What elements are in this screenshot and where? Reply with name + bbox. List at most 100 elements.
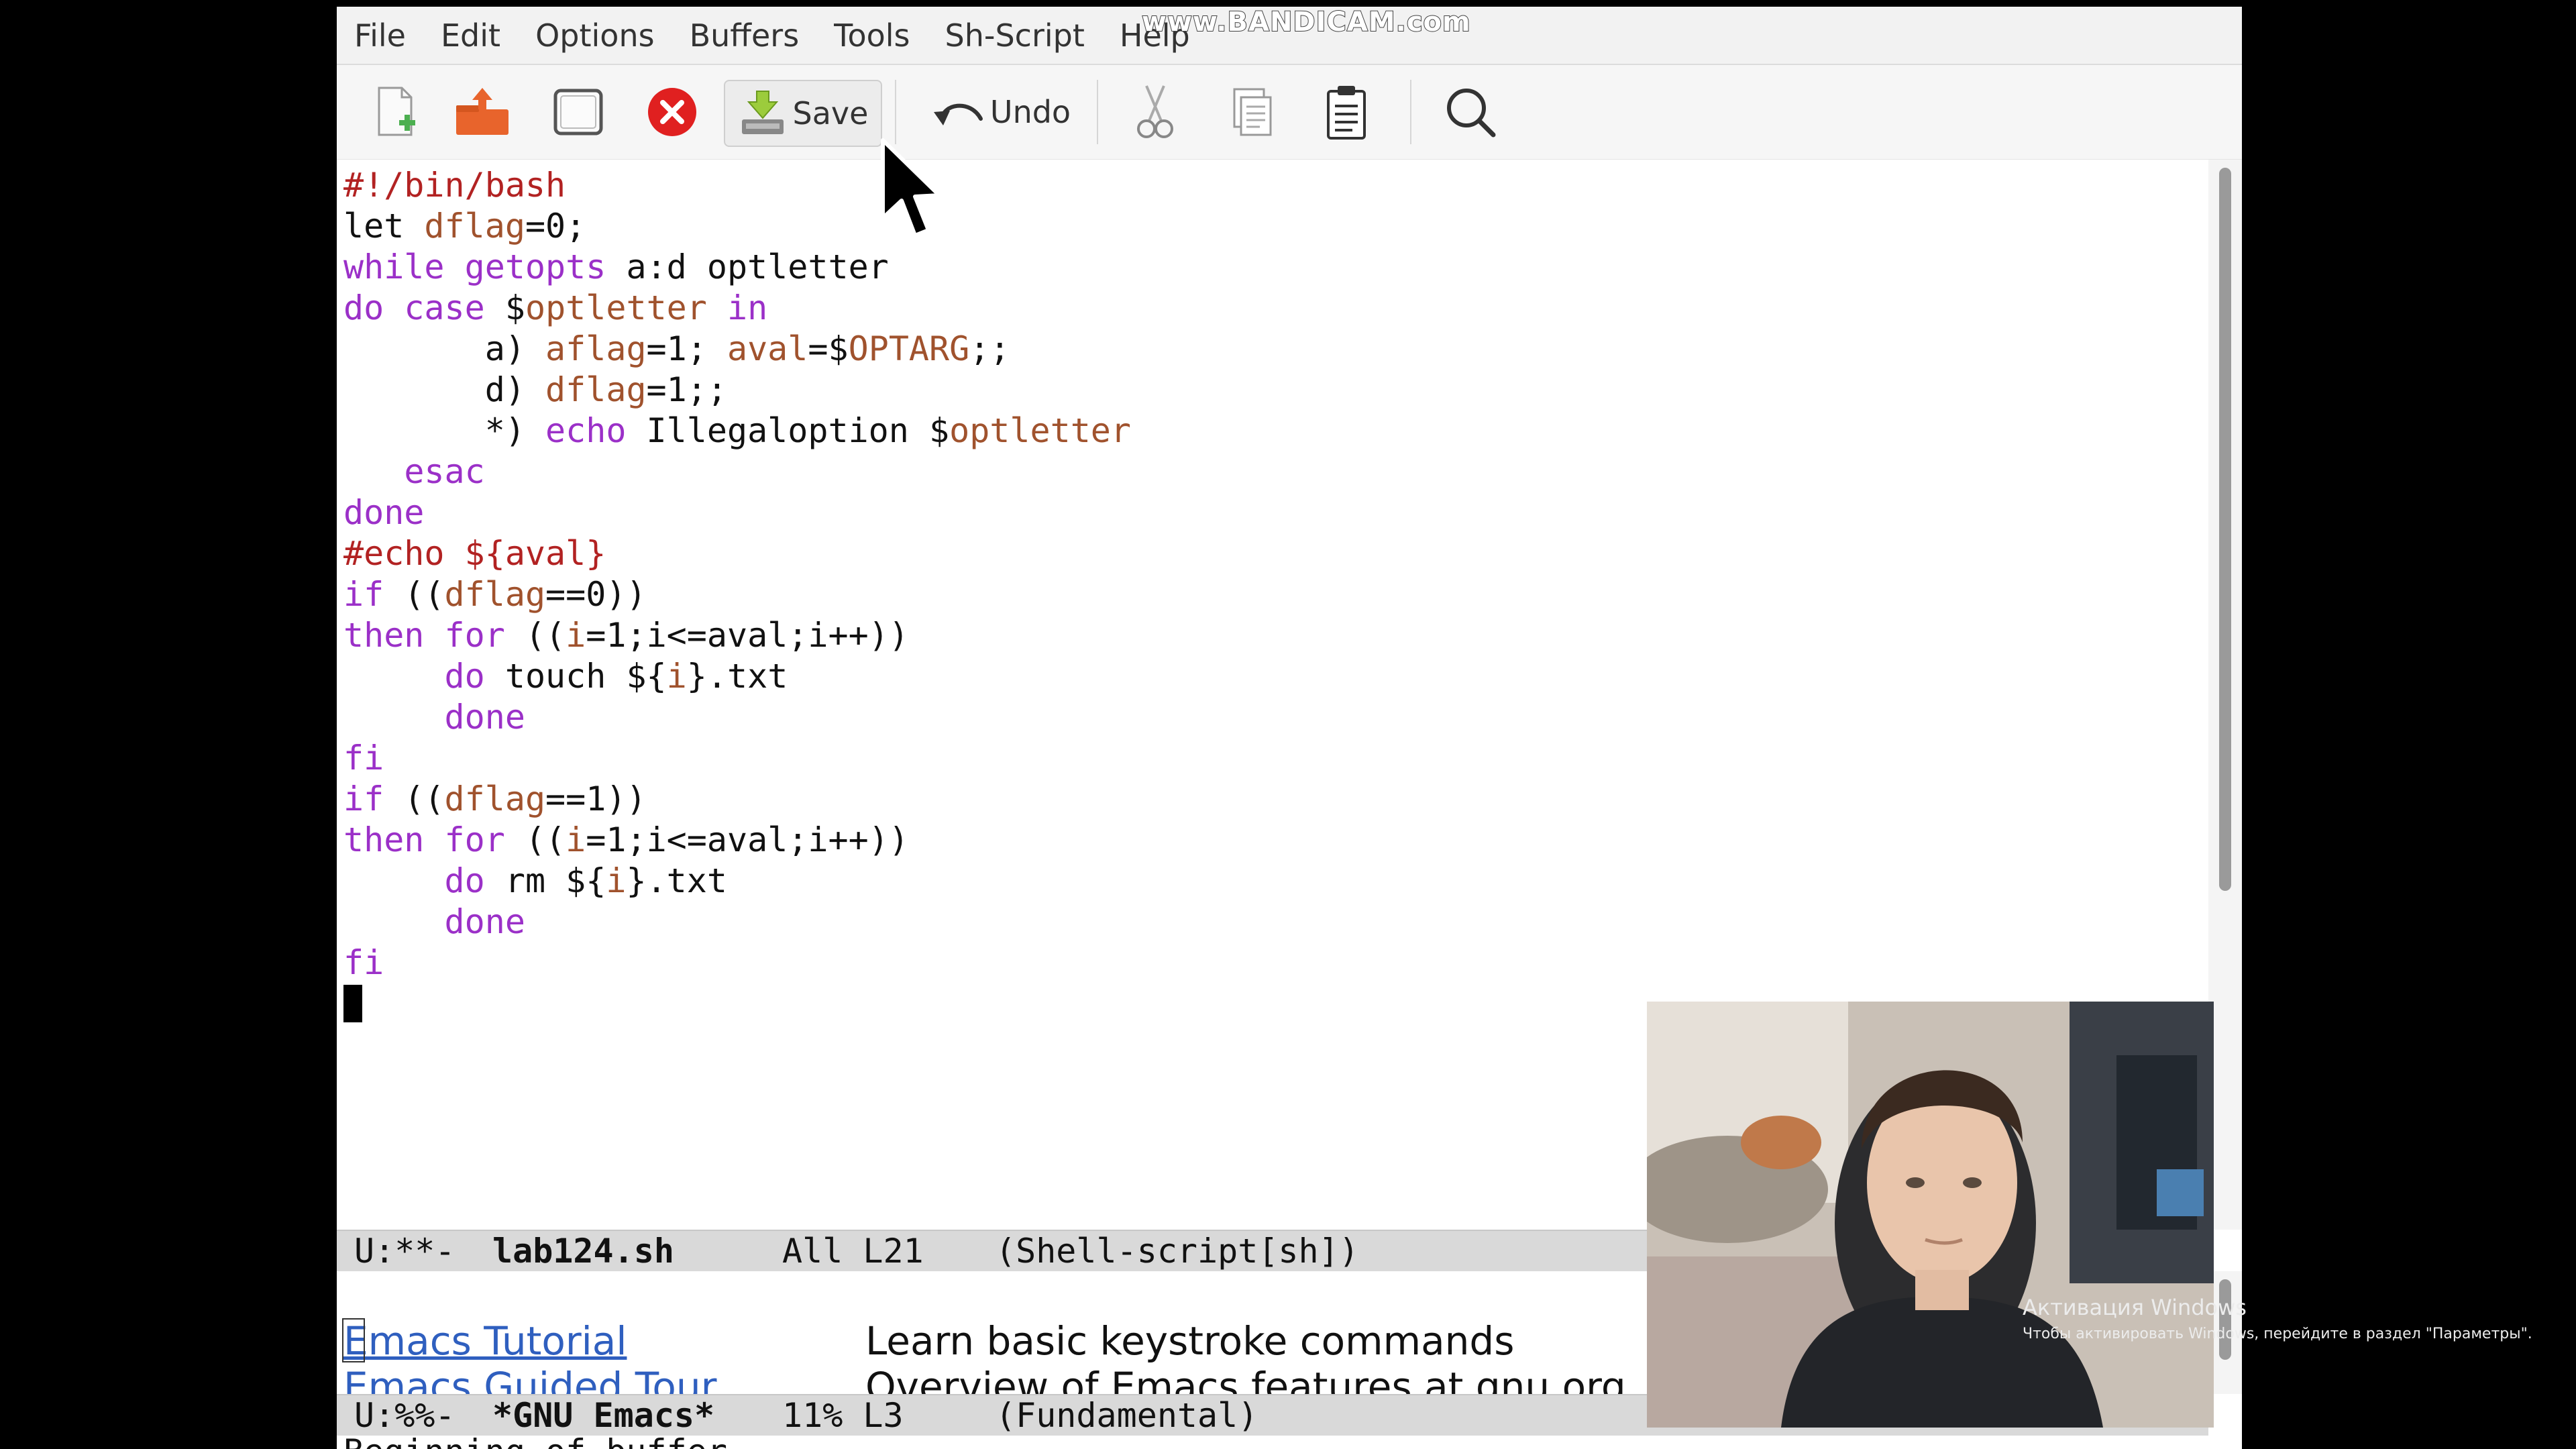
close-icon <box>648 88 696 136</box>
menu-tools[interactable]: Tools <box>816 17 927 54</box>
code-token: rm ${ <box>484 861 606 900</box>
code-token: =0; <box>525 207 586 246</box>
scrollbar-thumb[interactable] <box>2219 168 2231 891</box>
open-folder-icon <box>456 88 508 135</box>
code-line: if ((dflag==1)) <box>343 779 647 820</box>
code-token: case <box>404 288 485 327</box>
code-token: =1;i<=aval;i++)) <box>586 616 909 655</box>
link-emacs-tutorial[interactable]: Emacs Tutorial <box>343 1318 627 1364</box>
undo-button[interactable]: Undo <box>927 80 1075 144</box>
dired-icon <box>553 89 603 136</box>
code-line: fi <box>343 943 384 983</box>
code-token: *) <box>343 411 546 450</box>
code-line: then for ((i=1;i<=aval;i++)) <box>343 615 909 656</box>
buffer-position: 11% L3 <box>782 1396 904 1435</box>
paste-button[interactable] <box>1320 80 1373 144</box>
kill-buffer-button[interactable] <box>642 80 702 144</box>
menu-sh-script[interactable]: Sh-Script <box>928 17 1102 54</box>
toolbar-separator <box>1410 80 1411 144</box>
code-token: $ <box>484 288 525 327</box>
menu-options[interactable]: Options <box>518 17 672 54</box>
code-token: done <box>444 902 525 941</box>
scissors-icon <box>1137 85 1173 138</box>
undo-icon <box>933 103 983 125</box>
code-token: (( <box>384 575 445 614</box>
code-token: (( <box>504 820 566 859</box>
code-token: OPTARG <box>848 329 970 368</box>
code-token: touch ${ <box>484 657 667 696</box>
code-line: fi <box>343 738 384 779</box>
code-token: for <box>444 820 505 859</box>
desc-emacs-tutorial: Learn basic keystroke commands <box>865 1318 1515 1364</box>
code-token: echo <box>545 411 627 450</box>
code-token: ==1)) <box>545 780 647 818</box>
code-token: fi <box>343 739 384 777</box>
code-token: do <box>343 288 384 327</box>
cut-button[interactable] <box>1128 80 1182 144</box>
code-token: #!/bin/bash <box>343 166 566 205</box>
major-mode: (Fundamental) <box>996 1396 1258 1435</box>
code-token: if <box>343 575 384 614</box>
code-token: (( <box>504 616 566 655</box>
code-line: let dflag=0; <box>343 206 586 247</box>
activation-title: Активация Windows <box>2023 1295 2247 1320</box>
code-token: do <box>444 861 485 900</box>
code-line: do touch ${i}.txt <box>343 656 788 697</box>
webcam-person-image <box>1647 1002 2214 1428</box>
save-icon <box>741 91 784 134</box>
code-token: dflag <box>424 207 525 246</box>
copy-icon <box>1233 88 1272 136</box>
save-label: Save <box>792 95 869 131</box>
dired-button[interactable] <box>548 80 608 144</box>
code-line: done <box>343 902 525 943</box>
code-token: i <box>566 616 586 655</box>
code-token: then <box>343 820 425 859</box>
code-line: #echo ${aval} <box>343 533 606 574</box>
undo-label: Undo <box>989 94 1071 130</box>
code-token: i <box>666 657 687 696</box>
code-token: dflag <box>444 780 546 818</box>
code-token: a) <box>343 329 546 368</box>
code-token: getopts <box>464 248 606 286</box>
code-token: =$ <box>808 329 849 368</box>
save-button[interactable]: Save <box>724 80 882 147</box>
menu-file[interactable]: File <box>337 17 423 54</box>
code-line: esac <box>343 451 485 492</box>
code-line: do rm ${i}.txt <box>343 861 727 902</box>
open-file-button[interactable] <box>452 80 513 144</box>
menu-buffers[interactable]: Buffers <box>672 17 817 54</box>
buffer-position: All L21 <box>782 1232 924 1271</box>
toolbar: Save Undo <box>337 65 2242 160</box>
menu-edit[interactable]: Edit <box>423 17 518 54</box>
code-line: a) aflag=1; aval=$OPTARG;; <box>343 329 1010 370</box>
code-token: }.txt <box>686 657 788 696</box>
desc-emacs-guided-tour: Overview of Emacs features at gnu.org <box>865 1364 1626 1394</box>
toolbar-separator <box>895 80 896 144</box>
code-token: =1;; <box>646 370 727 409</box>
code-token: d) <box>343 370 546 409</box>
code-token: done <box>343 493 425 532</box>
search-button[interactable] <box>1444 80 1497 144</box>
code-token: Illegaloption $ <box>626 411 950 450</box>
mouse-pointer-icon <box>881 138 941 237</box>
copy-button[interactable] <box>1226 80 1279 144</box>
buffer-name: lab124.sh <box>492 1232 674 1271</box>
buffer-state: U:**- <box>354 1232 455 1271</box>
code-token: for <box>444 616 505 655</box>
paste-icon <box>1327 86 1366 140</box>
new-file-button[interactable] <box>369 80 423 144</box>
code-line: *) echo Illegaloption $optletter <box>343 411 1131 451</box>
code-token: while <box>343 248 445 286</box>
link-emacs-guided-tour[interactable]: Emacs Guided Tour <box>343 1364 716 1394</box>
text-cursor <box>343 985 362 1022</box>
windows-activation-notice: Активация Windows Чтобы активировать Win… <box>2023 1295 2532 1342</box>
code-line: then for ((i=1;i<=aval;i++)) <box>343 820 909 861</box>
code-token: in <box>727 288 768 327</box>
code-token: esac <box>404 452 485 491</box>
